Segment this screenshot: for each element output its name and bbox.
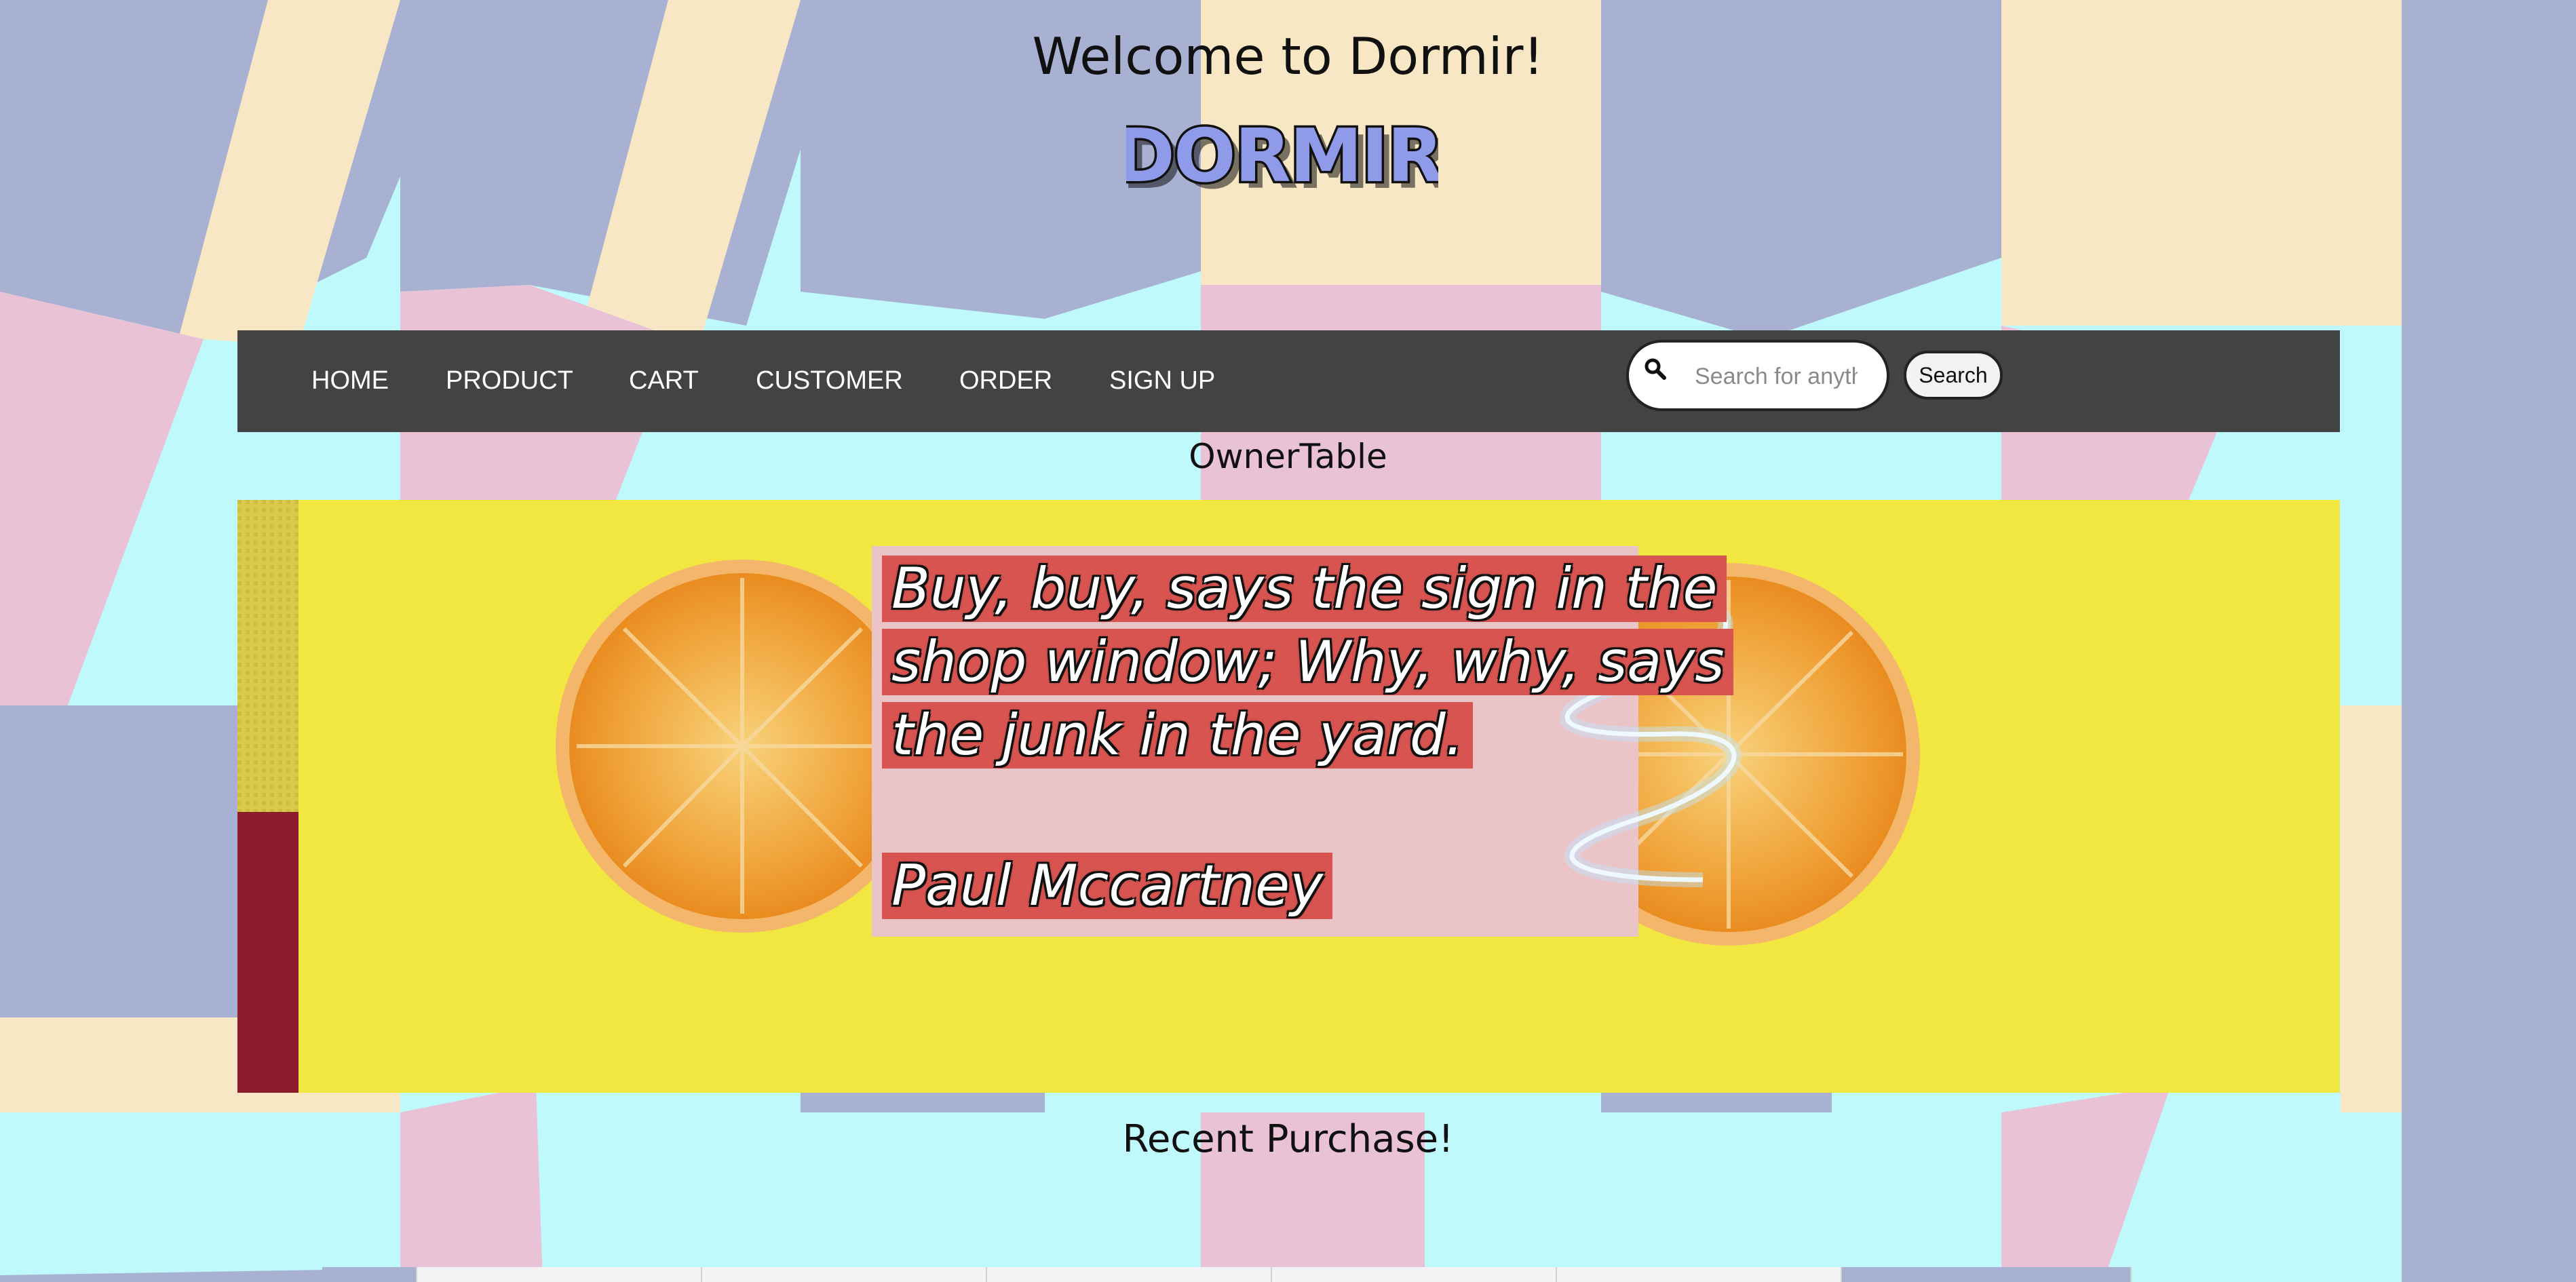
nav-cart[interactable]: CART	[629, 364, 699, 397]
main-navbar: HOME PRODUCT CART CUSTOMER ORDER SIGN UP…	[237, 330, 2340, 432]
table-header-cell	[1557, 1267, 1842, 1282]
table-header-cell	[987, 1267, 1272, 1282]
search-icon	[1645, 358, 1666, 380]
table-header-cell	[322, 1267, 417, 1282]
nav-home[interactable]: HOME	[311, 364, 389, 397]
table-header-cell	[702, 1267, 987, 1282]
search-button[interactable]: Search	[1904, 351, 2003, 400]
table-header-cell	[417, 1267, 702, 1282]
nav-product[interactable]: PRODUCT	[446, 364, 573, 397]
table-header-cell	[1842, 1267, 2132, 1282]
section-title-owner-table: OwnerTable	[1189, 437, 1387, 476]
table-header-cell	[1272, 1267, 1557, 1282]
nav-sign-up[interactable]: SIGN UP	[1109, 364, 1215, 397]
dormir-logo[interactable]: DORMIR DORMIR	[1126, 112, 1438, 203]
quote-line-2: shop window; Why, why, says	[882, 629, 1734, 695]
nav-customer[interactable]: CUSTOMER	[756, 364, 903, 397]
quote-line-3: the junk in the yard.	[882, 702, 1474, 769]
search-input[interactable]	[1693, 358, 1859, 395]
logo-text: DORMIR	[1126, 114, 1438, 199]
quote-author: Paul Mccartney	[882, 853, 1333, 919]
quote-banner: Buy, buy, says the sign in the shop wind…	[237, 500, 2340, 1093]
nav-order[interactable]: ORDER	[959, 364, 1052, 397]
section-title-recent-purchase: Recent Purchase!	[1122, 1117, 1454, 1161]
quote-line-1: Buy, buy, says the sign in the	[882, 556, 1727, 622]
recent-purchase-table-top	[322, 1267, 2132, 1282]
search-box[interactable]	[1626, 340, 1889, 411]
page-title: Welcome to Dormir!	[1032, 26, 1544, 86]
